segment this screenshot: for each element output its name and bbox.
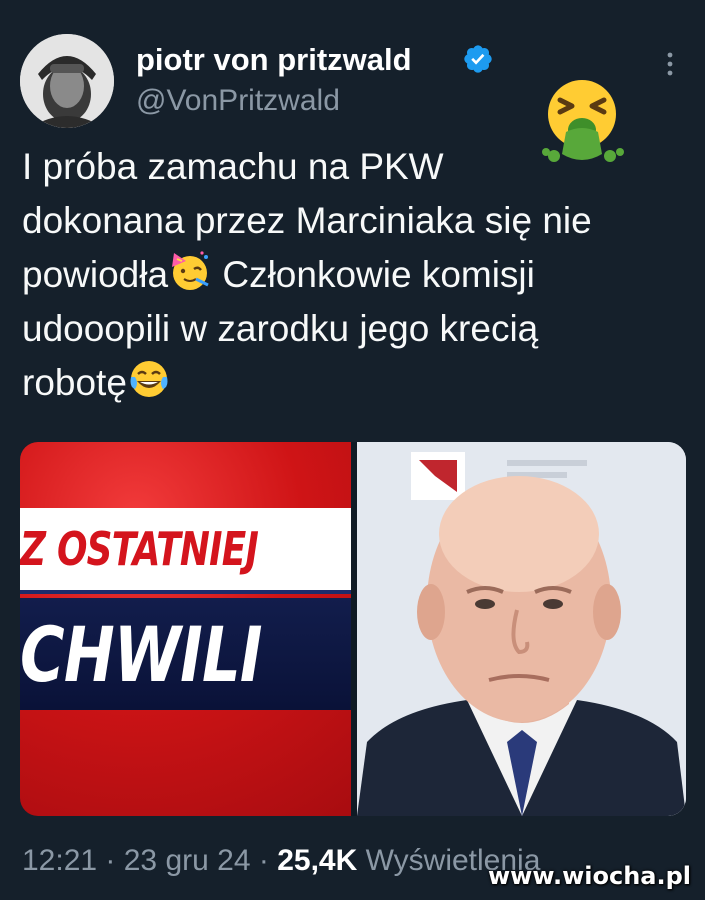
tweet-line: robotę bbox=[22, 356, 692, 410]
tweet-text: I próba zamachu na PKW dokonana przez Ma… bbox=[22, 140, 692, 410]
tweet-line: powiodła Członkowie komisji bbox=[22, 248, 692, 302]
tweet-line: I próba zamachu na PKW bbox=[22, 146, 444, 187]
tweet-line: dokonana przez Marciniaka się nie bbox=[22, 200, 592, 241]
tweet-line-part: robotę bbox=[22, 362, 127, 403]
tweet-line-part: Członkowie komisji bbox=[212, 254, 535, 295]
banner-line2: CHWILI bbox=[20, 610, 263, 699]
watermark: www.wiocha.pl bbox=[487, 862, 691, 890]
tweet-line-part: powiodła bbox=[22, 254, 169, 295]
banner-line1: Z OSTATNIEJ bbox=[20, 522, 259, 576]
tweet-date[interactable]: 23 gru 24 bbox=[124, 844, 251, 877]
media-image-breaking-news[interactable]: Z OSTATNIEJ CHWILI bbox=[20, 442, 351, 816]
tweet-meta: 12:21 · 23 gru 24 · 25,4K Wyświetlenia bbox=[22, 844, 540, 878]
tears-of-joy-emoji bbox=[130, 361, 168, 397]
partying-face-emoji bbox=[172, 251, 209, 290]
meta-separator: · bbox=[97, 844, 124, 877]
portrait-image bbox=[357, 442, 686, 816]
more-options-icon[interactable] bbox=[660, 48, 680, 80]
avatar[interactable] bbox=[20, 34, 114, 128]
verified-badge-icon bbox=[464, 45, 492, 73]
meta-separator: · bbox=[250, 844, 278, 877]
tweet-line: udooopili w zarodku jego krecią bbox=[22, 308, 539, 349]
author-name[interactable]: piotr von pritzwald bbox=[136, 42, 412, 78]
avatar-image bbox=[20, 34, 114, 128]
tweet-media[interactable]: Z OSTATNIEJ CHWILI bbox=[20, 442, 686, 816]
author-handle[interactable]: @VonPritzwald bbox=[136, 84, 340, 118]
tweet-time[interactable]: 12:21 bbox=[22, 844, 97, 877]
media-image-portrait[interactable] bbox=[357, 442, 686, 816]
views-count[interactable]: 25,4K bbox=[277, 844, 357, 877]
